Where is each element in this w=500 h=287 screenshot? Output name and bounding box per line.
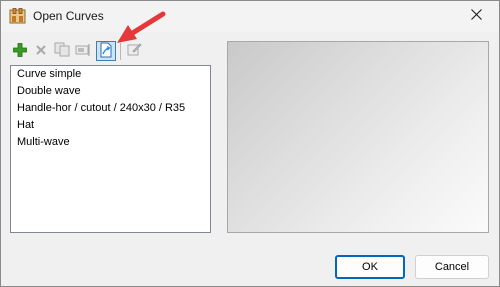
curves-list[interactable]: Curve simple Double wave Handle-hor / cu… [10,65,211,233]
cancel-button[interactable]: Cancel [415,255,489,279]
close-icon [470,9,482,23]
title-bar[interactable]: Open Curves [1,1,499,32]
delete-x-icon [35,44,47,59]
copy-curve-button[interactable] [52,41,72,61]
list-item[interactable]: Curve simple [11,66,210,83]
curves-app-icon [9,8,26,24]
list-item[interactable]: Multi-wave [11,134,210,151]
list-item[interactable]: Double wave [11,83,210,100]
copy-icon [54,42,70,60]
list-item[interactable]: Handle-hor / cutout / 240x30 / R35 [11,100,210,117]
delete-curve-button[interactable] [31,41,51,61]
window-title: Open Curves [33,9,104,23]
ok-button[interactable]: OK [335,255,405,279]
plus-icon [13,42,27,60]
close-button[interactable] [453,1,499,31]
open-curves-dialog: Open Curves Curve simple Double wave Han… [0,0,500,287]
curve-preview-pane [227,41,489,233]
rename-icon [75,43,91,60]
rename-curve-button[interactable] [73,41,93,61]
red-arrow-annotation [117,11,166,43]
list-item[interactable]: Hat [11,117,210,134]
add-curve-button[interactable] [10,41,30,61]
